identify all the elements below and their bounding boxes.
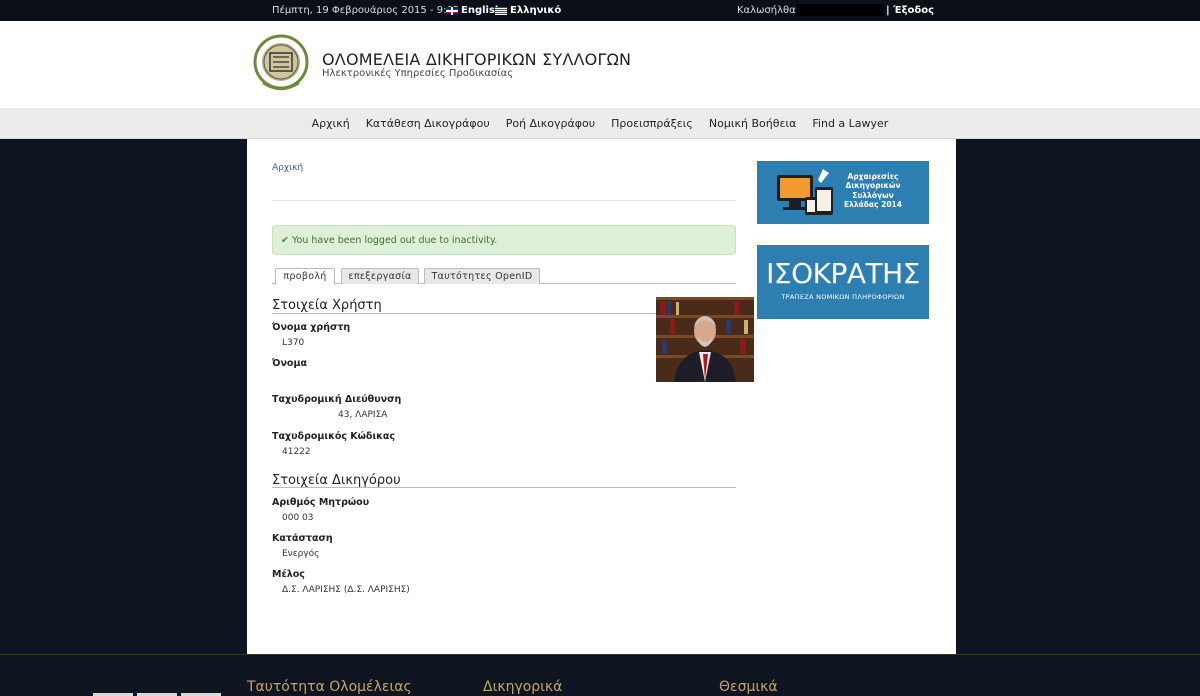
status-alert: ✔ You have been logged out due to inactiv… [272,225,736,255]
registry-label: Αριθμός Μητρώου [272,497,370,508]
lawyer-section-divider [272,487,736,488]
user-section-heading: Στοιχεία Χρήστη [272,298,382,313]
logout-link[interactable]: | Έξοδος [886,5,934,16]
registry-value: 000 03 [282,513,314,523]
site-footer: Ταυτότητα Ολομέλειας Δικηγορικά Θεσμικά [0,655,1200,696]
username-label: Όνομα χρήστη [272,322,351,333]
status-value: Ενεργός [282,549,320,559]
organization-logo-icon[interactable] [251,33,311,95]
language-greek-link[interactable]: Ελληνικό [495,5,561,16]
status-label: Κατάσταση [272,533,333,544]
nav-item-document-flow[interactable]: Ροή Δικογράφου [498,117,603,130]
nav-item-prepayments[interactable]: Προεισπράξεις [603,117,701,130]
footer-heading-identity: Ταυτότητα Ολομέλειας [247,679,412,695]
language-english-link[interactable]: English [446,5,502,16]
organization-title[interactable]: ΟΛΟΜΕΛΕΙΑ ΔΙΚΗΓΟΡΙΚΩΝ ΣΥΛΛΟΓΩΝ [322,50,631,69]
lawyer-section-heading: Στοιχεία Δικηγόρου [272,473,401,488]
tab-view[interactable]: προβολή [275,268,335,285]
footer-heading-institutional: Θεσμικά [719,679,778,695]
uk-flag-icon [446,6,458,15]
profile-tabs: προβολή επεξεργασία Ταυτότητες OpenID [272,268,736,285]
isokratis-title: ΙΣΟΚΡΑΤΗΣ [766,257,920,290]
footer-heading-legal: Δικηγορικά [483,679,563,695]
elections-banner-text: Αρχαιρεσίες Δικηγορικών Συλλόγων Ελλάδας… [843,172,902,210]
name-label: Όνομα [272,358,307,369]
tab-openid[interactable]: Ταυτότητες OpenID [424,268,540,284]
alert-message: You have been logged out due to inactivi… [291,235,498,246]
postcode-label: Ταχυδρομικός Κώδικας [272,431,396,442]
address-label: Ταχυδρομική Διεύθυνση [272,394,402,405]
site-header: ΟΛΟΜΕΛΕΙΑ ΔΙΚΗΓΟΡΙΚΩΝ ΣΥΛΛΟΓΩΝ Ηλεκτρονι… [0,21,1200,108]
check-icon: ✔ [281,235,289,246]
member-label: Μέλος [272,569,305,580]
breadcrumb[interactable]: Αρχική [272,163,303,173]
postcode-value: 41222 [282,447,311,457]
isokratis-subtitle: ΤΡΑΠΕΖΑ ΝΟΜΙΚΩΝ ΠΛΗΡΟΦΟΡΙΩΝ [781,293,905,301]
main-navigation: Αρχική Κατάθεση Δικογράφου Ροή Δικογράφο… [0,108,1200,139]
nav-item-file-document[interactable]: Κατάθεση Δικογράφου [358,117,498,130]
greek-flag-icon [495,6,507,15]
address-value: 43, ΛΑΡΙΣΑ [338,410,388,420]
username-value: L370 [282,338,305,348]
member-value: Δ.Σ. ΛΑΡΙΣΗΣ (Δ.Σ. ΛΑΡΙΣΗΣ) [282,585,410,595]
devices-icon [777,169,833,215]
nav-item-find-lawyer[interactable]: Find a Lawyer [804,117,896,130]
isokratis-banner[interactable]: ΙΣΟΚΡΑΤΗΣ ΤΡΑΠΕΖΑ ΝΟΜΙΚΩΝ ΠΛΗΡΟΦΟΡΙΩΝ [757,245,929,319]
breadcrumb-divider [272,200,736,201]
nav-item-legal-aid[interactable]: Νομική Βοήθεια [701,117,805,130]
current-date: Πέμπτη, 19 Φεβρουάριος 2015 - 9:02 [272,5,460,16]
nav-item-home[interactable]: Αρχική [304,117,358,130]
redacted-username [796,4,884,16]
user-photo [656,297,754,382]
organization-subtitle: Ηλεκτρονικές Υπηρεσίες Προδικασίας [322,68,514,79]
top-bar: Πέμπτη, 19 Φεβρουάριος 2015 - 9:02 Engli… [0,0,1200,21]
user-section-divider [272,313,656,314]
tab-edit[interactable]: επεξεργασία [341,268,419,284]
elections-banner[interactable]: Αρχαιρεσίες Δικηγορικών Συλλόγων Ελλάδας… [757,161,929,224]
